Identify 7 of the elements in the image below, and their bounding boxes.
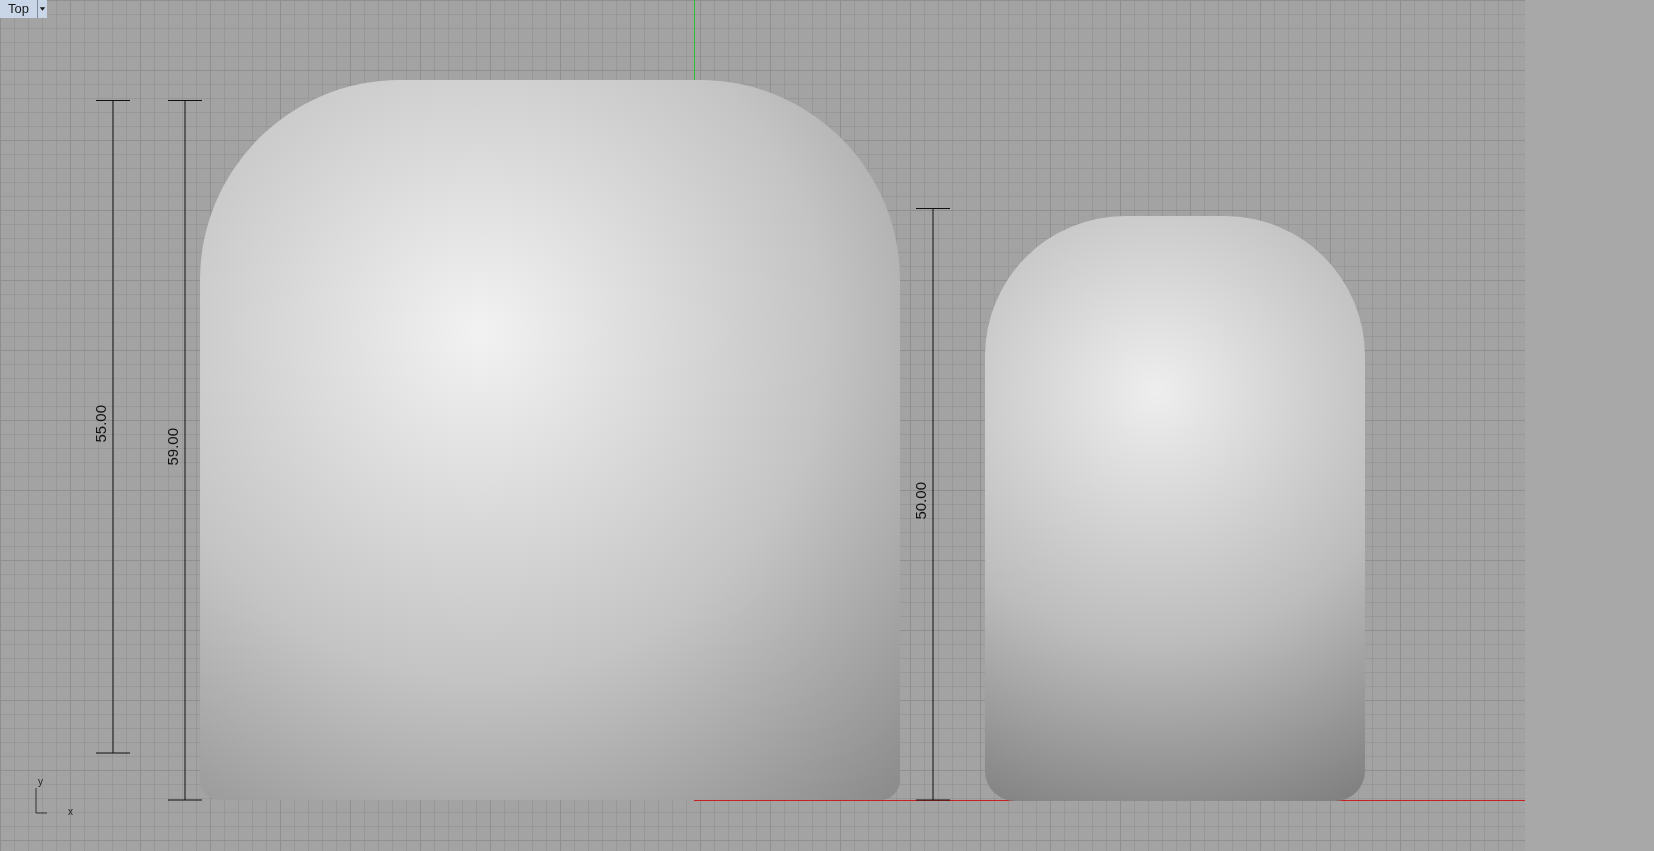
axis-x-label: x [68, 806, 73, 817]
dimension-text: 59.00 [165, 428, 181, 466]
dropdown-arrow-icon[interactable] [36, 0, 47, 18]
dimension-text: 50.00 [913, 482, 929, 520]
axis-y-label: y [38, 776, 43, 787]
axis-icon [35, 788, 47, 814]
dimension-text: 55.00 [93, 404, 109, 443]
